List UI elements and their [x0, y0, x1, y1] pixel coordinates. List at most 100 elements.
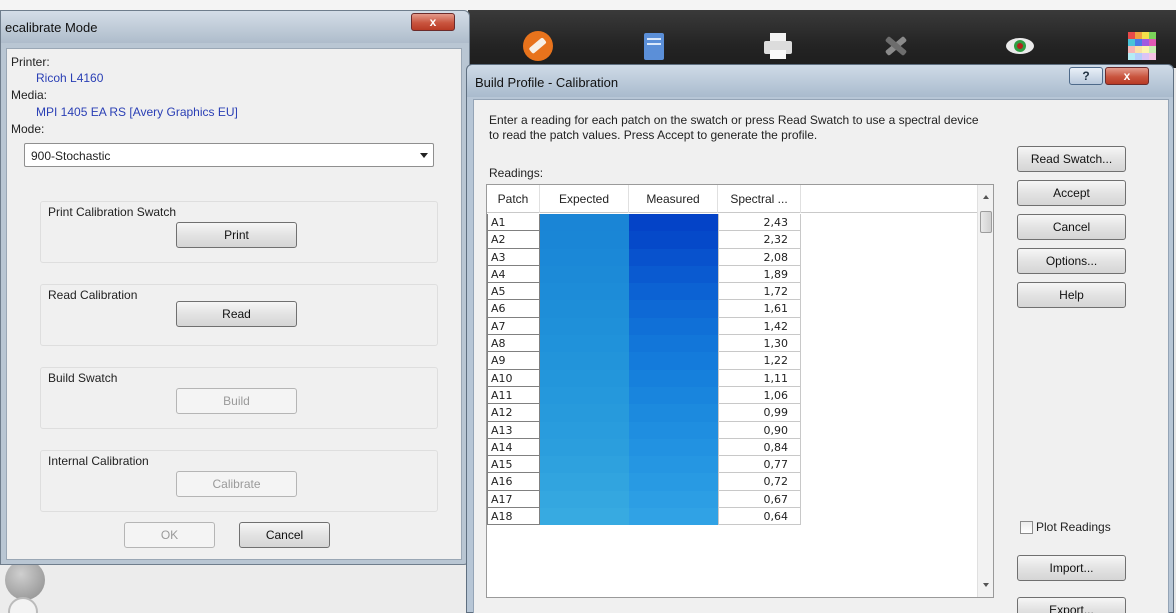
patch-cell[interactable]: A17: [487, 490, 540, 509]
expected-color-cell[interactable]: [540, 214, 629, 232]
document-icon[interactable]: [636, 28, 672, 64]
build-button[interactable]: Build: [176, 388, 297, 414]
spectral-value-cell[interactable]: 0,77: [718, 456, 801, 474]
patch-cell[interactable]: A1: [487, 214, 540, 232]
expected-color-cell[interactable]: [540, 231, 629, 249]
expected-color-cell[interactable]: [540, 508, 629, 526]
vertical-scrollbar[interactable]: [977, 185, 993, 597]
measured-color-cell[interactable]: [629, 300, 718, 318]
patch-cell[interactable]: A4: [487, 265, 540, 284]
measured-color-cell[interactable]: [629, 438, 718, 457]
table-row[interactable]: A8 1,30: [487, 335, 977, 353]
measured-color-cell[interactable]: [629, 386, 718, 405]
measured-color-cell[interactable]: [629, 231, 718, 249]
build-profile-titlebar[interactable]: Build Profile - Calibration ? x: [467, 65, 1173, 97]
table-row[interactable]: A7 1,42: [487, 317, 977, 336]
table-row[interactable]: A13 0,90: [487, 421, 977, 439]
spectral-value-cell[interactable]: 2,43: [718, 214, 801, 232]
scrollbar-thumb[interactable]: [980, 211, 992, 233]
spectral-value-cell[interactable]: 2,08: [718, 248, 801, 266]
import-button[interactable]: Import...: [1017, 555, 1126, 581]
spectral-value-cell[interactable]: 1,72: [718, 283, 801, 301]
column-header-spectral[interactable]: Spectral ...: [718, 185, 801, 213]
spectral-value-cell[interactable]: 0,90: [718, 421, 801, 439]
patch-cell[interactable]: A3: [487, 248, 540, 266]
spectral-value-cell[interactable]: 0,84: [718, 438, 801, 457]
export-button[interactable]: Export...: [1017, 597, 1126, 613]
print-button[interactable]: Print: [176, 222, 297, 248]
measured-color-cell[interactable]: [629, 265, 718, 284]
cancel-button[interactable]: Cancel: [239, 522, 330, 548]
table-row[interactable]: A14 0,84: [487, 438, 977, 457]
table-row[interactable]: A16 0,72: [487, 473, 977, 491]
calibrate-button[interactable]: Calibrate: [176, 471, 297, 497]
expected-color-cell[interactable]: [540, 300, 629, 318]
brush-icon[interactable]: [520, 28, 556, 64]
patch-cell[interactable]: A15: [487, 456, 540, 474]
spectral-value-cell[interactable]: 1,30: [718, 335, 801, 353]
patch-cell[interactable]: A12: [487, 404, 540, 422]
color-palette-icon[interactable]: [1124, 28, 1160, 64]
measured-color-cell[interactable]: [629, 421, 718, 439]
table-row[interactable]: A11 1,06: [487, 386, 977, 405]
recalibrate-titlebar[interactable]: ecalibrate Mode x: [1, 11, 469, 43]
scroll-up-icon[interactable]: [983, 195, 989, 199]
table-row[interactable]: A3 2,08: [487, 248, 977, 266]
measured-color-cell[interactable]: [629, 369, 718, 387]
patch-cell[interactable]: A16: [487, 473, 540, 491]
accept-button[interactable]: Accept: [1017, 180, 1126, 206]
measured-color-cell[interactable]: [629, 490, 718, 509]
measured-color-cell[interactable]: [629, 335, 718, 353]
ok-button[interactable]: OK: [124, 522, 215, 548]
spectral-value-cell[interactable]: 1,42: [718, 317, 801, 336]
expected-color-cell[interactable]: [540, 490, 629, 509]
read-button[interactable]: Read: [176, 301, 297, 327]
expected-color-cell[interactable]: [540, 421, 629, 439]
table-row[interactable]: A6 1,61: [487, 300, 977, 318]
measured-color-cell[interactable]: [629, 283, 718, 301]
spectral-value-cell[interactable]: 0,72: [718, 473, 801, 491]
eye-icon[interactable]: [1002, 28, 1038, 64]
measured-color-cell[interactable]: [629, 352, 718, 370]
spectral-value-cell[interactable]: 0,99: [718, 404, 801, 422]
patch-cell[interactable]: A7: [487, 317, 540, 336]
measured-color-cell[interactable]: [629, 317, 718, 336]
measured-color-cell[interactable]: [629, 214, 718, 232]
read-swatch-button[interactable]: Read Swatch...: [1017, 146, 1126, 172]
expected-color-cell[interactable]: [540, 283, 629, 301]
expected-color-cell[interactable]: [540, 456, 629, 474]
patch-cell[interactable]: A2: [487, 231, 540, 249]
measured-color-cell[interactable]: [629, 248, 718, 266]
expected-color-cell[interactable]: [540, 317, 629, 336]
help-title-button[interactable]: ?: [1069, 67, 1103, 85]
readings-table[interactable]: Patch Expected Measured Spectral ... A1 2…: [486, 184, 994, 598]
table-row[interactable]: A12 0,99: [487, 404, 977, 422]
measured-color-cell[interactable]: [629, 473, 718, 491]
measured-color-cell[interactable]: [629, 508, 718, 526]
mode-select[interactable]: 900-Stochastic: [24, 143, 434, 167]
spectral-value-cell[interactable]: 2,32: [718, 231, 801, 249]
spectral-value-cell[interactable]: 1,61: [718, 300, 801, 318]
tools-icon[interactable]: [878, 28, 914, 64]
spectral-value-cell[interactable]: 1,06: [718, 386, 801, 405]
patch-cell[interactable]: A10: [487, 369, 540, 387]
cancel-button[interactable]: Cancel: [1017, 214, 1126, 240]
spectral-value-cell[interactable]: 1,11: [718, 369, 801, 387]
spectral-value-cell[interactable]: 1,22: [718, 352, 801, 370]
table-row[interactable]: A1 2,43: [487, 214, 977, 232]
table-row[interactable]: A9 1,22: [487, 352, 977, 370]
table-row[interactable]: A10 1,11: [487, 369, 977, 387]
expected-color-cell[interactable]: [540, 404, 629, 422]
expected-color-cell[interactable]: [540, 352, 629, 370]
measured-color-cell[interactable]: [629, 456, 718, 474]
patch-cell[interactable]: A8: [487, 335, 540, 353]
patch-cell[interactable]: A9: [487, 352, 540, 370]
spectral-value-cell[interactable]: 0,67: [718, 490, 801, 509]
patch-cell[interactable]: A13: [487, 421, 540, 439]
column-header-expected[interactable]: Expected: [540, 185, 629, 213]
table-row[interactable]: A15 0,77: [487, 456, 977, 474]
expected-color-cell[interactable]: [540, 473, 629, 491]
spectral-value-cell[interactable]: 0,64: [718, 508, 801, 526]
table-row[interactable]: A18 0,64: [487, 508, 977, 526]
patch-cell[interactable]: A5: [487, 283, 540, 301]
